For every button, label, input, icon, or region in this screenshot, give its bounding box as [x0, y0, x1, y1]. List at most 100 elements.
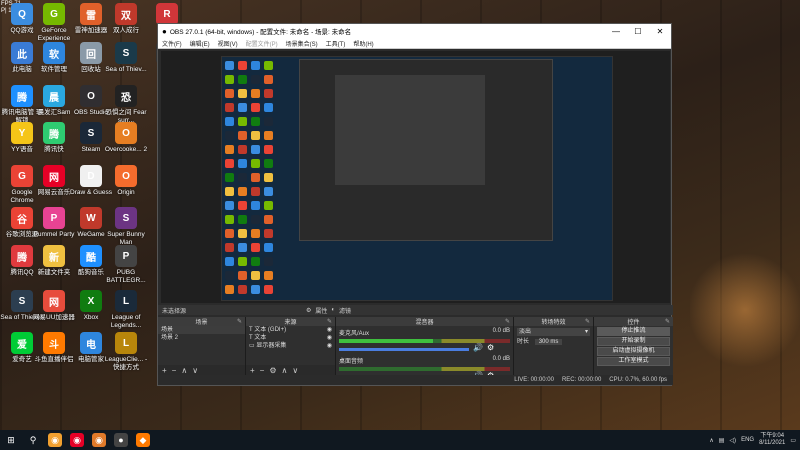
- source-item[interactable]: T 文本 ◉: [246, 334, 335, 342]
- notification-icon[interactable]: ▭: [790, 437, 796, 444]
- desktop-icon[interactable]: L League of Legends...: [104, 290, 148, 330]
- track-name: 桌面音频: [339, 359, 364, 365]
- desktop-icon[interactable]: S Sea of Thiev...: [104, 42, 148, 74]
- preview-mini-icon: [264, 159, 273, 168]
- close-button[interactable]: ✕: [649, 27, 671, 36]
- eye-icon[interactable]: ◉: [327, 326, 332, 334]
- clock[interactable]: 下午9:04 8/11/2021: [759, 433, 785, 447]
- track-db: 0.0 dB: [492, 328, 510, 334]
- move-up-icon[interactable]: ∧: [181, 366, 187, 375]
- eye-icon[interactable]: ◉: [327, 342, 332, 350]
- obs-preview[interactable]: [161, 51, 670, 303]
- stop-streaming-button[interactable]: 停止推流: [597, 327, 670, 336]
- menu-file[interactable]: 文件(F): [162, 39, 182, 48]
- gear-icon[interactable]: ⚙: [306, 307, 311, 314]
- studio-mode-button[interactable]: 工作室模式: [597, 357, 670, 366]
- preview-mini-icon: [251, 159, 260, 168]
- obs-icon[interactable]: ●: [114, 433, 128, 447]
- virtual-camera-button[interactable]: 启动虚拟摄像机: [597, 347, 670, 356]
- douyu-icon[interactable]: ◆: [136, 433, 150, 447]
- desktop-icon[interactable]: 双双人成行: [104, 3, 148, 35]
- preview-mini-icon: [225, 229, 234, 238]
- gear-icon[interactable]: ⚙: [487, 343, 494, 352]
- start-recording-button[interactable]: 开始录制: [597, 337, 670, 346]
- eye-icon[interactable]: ◉: [327, 334, 332, 342]
- search-icon[interactable]: ⚲: [26, 433, 40, 447]
- speaker-icon[interactable]: 🔊: [473, 343, 483, 352]
- maximize-button[interactable]: ☐: [627, 27, 649, 36]
- properties-button[interactable]: 属性: [315, 306, 327, 315]
- move-up-icon[interactable]: ∧: [282, 366, 288, 375]
- obs-studio-icon: O: [80, 85, 102, 107]
- menu-profile[interactable]: 配置文件(P): [246, 39, 278, 48]
- desktop-icon[interactable]: L LeagueClie... - 快捷方式: [104, 332, 148, 372]
- obs-menu-bar: 文件(F) 编辑(E) 视图(V) 配置文件(P) 场景集合(S) 工具(T) …: [158, 38, 671, 49]
- transitions-header: 转场特效: [541, 320, 566, 326]
- preview-mini-icon: [238, 159, 247, 168]
- scene-item[interactable]: 场景 2: [158, 334, 245, 342]
- desktop-icon[interactable]: O Origin: [104, 165, 148, 197]
- desktop-icon[interactable]: 恐恐惧之间 Fear surr...: [104, 85, 148, 125]
- rec-status: REC: 00:00:00: [561, 377, 602, 383]
- preview-mini-icon: [251, 117, 260, 126]
- add-icon[interactable]: +: [250, 366, 255, 375]
- source-item[interactable]: ▭ 显示器采集 ◉: [246, 342, 335, 350]
- netease-icon[interactable]: ◉: [70, 433, 84, 447]
- monitor-icon: ▭: [249, 343, 255, 349]
- language-indicator[interactable]: ENG: [741, 437, 754, 443]
- remove-icon[interactable]: −: [172, 366, 177, 375]
- network-icon[interactable]: ▤: [719, 437, 725, 444]
- filters-button[interactable]: 滤镜: [339, 306, 351, 315]
- qq-game-icon: Q: [11, 3, 33, 25]
- chrome-icon[interactable]: ◉: [92, 433, 106, 447]
- windows-start-icon[interactable]: ⊞: [4, 433, 18, 447]
- remove-icon[interactable]: −: [260, 366, 265, 375]
- browser-icon[interactable]: ◉: [48, 433, 62, 447]
- menu-scene-collection[interactable]: 场景集合(S): [286, 39, 318, 48]
- dock-settings-icon[interactable]: ✎: [505, 318, 510, 325]
- preview-mini-icon: [225, 271, 234, 280]
- douyu-icon: 斗: [43, 332, 65, 354]
- dock-settings-icon[interactable]: ✎: [327, 318, 332, 325]
- filter-icon[interactable]: ◐: [331, 307, 335, 313]
- lol-icon: L: [115, 290, 137, 312]
- obs-app-icon: ●: [162, 26, 167, 36]
- duration-input[interactable]: 300 ms: [534, 339, 563, 345]
- desktop-icon[interactable]: S Super Bunny Man: [104, 207, 148, 247]
- menu-view[interactable]: 视图(V): [218, 39, 238, 48]
- move-down-icon[interactable]: ∨: [292, 366, 298, 375]
- no-source-label: 未选择源: [162, 308, 187, 315]
- volume-icon[interactable]: ◁): [729, 437, 736, 444]
- desktop-icon-label: LeagueClie... - 快捷方式: [104, 356, 148, 371]
- tray-up-icon[interactable]: ∧: [709, 437, 713, 444]
- desktop-icon-label: Origin: [117, 189, 135, 196]
- desktop-icon[interactable]: O Overcooke... 2: [104, 122, 148, 154]
- pummel-party-icon: P: [43, 207, 65, 229]
- preview-mini-icon: [264, 75, 273, 84]
- dock-settings-icon[interactable]: ✎: [665, 318, 670, 325]
- gear-icon[interactable]: ⚙: [269, 366, 276, 375]
- transition-select[interactable]: 淡出 ▾: [517, 328, 590, 336]
- preview-mini-icon: [264, 271, 273, 280]
- menu-tools[interactable]: 工具(T): [326, 39, 346, 48]
- netease-music-icon: 网: [43, 165, 65, 187]
- preview-mini-icon: [264, 201, 273, 210]
- scene-item[interactable]: 场景: [158, 326, 245, 334]
- add-icon[interactable]: +: [162, 366, 167, 375]
- preview-mini-icon: [225, 159, 234, 168]
- move-down-icon[interactable]: ∨: [192, 366, 198, 375]
- preview-mini-icon: [238, 243, 247, 252]
- preview-mini-icon: [251, 103, 260, 112]
- menu-edit[interactable]: 编辑(E): [190, 39, 210, 48]
- desktop-icon[interactable]: P PUBG BATTLEGR...: [104, 245, 148, 285]
- thunder-accelerator-icon: 雷: [80, 3, 102, 25]
- source-item[interactable]: T 文本 (GDI+) ◉: [246, 326, 335, 334]
- dock-settings-icon[interactable]: ✎: [585, 318, 590, 325]
- preview-mini-icon: [264, 173, 273, 182]
- dock-settings-icon[interactable]: ✎: [237, 318, 242, 325]
- minimize-button[interactable]: —: [605, 27, 627, 36]
- volume-slider[interactable]: [339, 347, 469, 351]
- yy-voice-icon: Y: [11, 122, 33, 144]
- nested-preview: [299, 59, 553, 241]
- menu-help[interactable]: 帮助(H): [353, 39, 373, 48]
